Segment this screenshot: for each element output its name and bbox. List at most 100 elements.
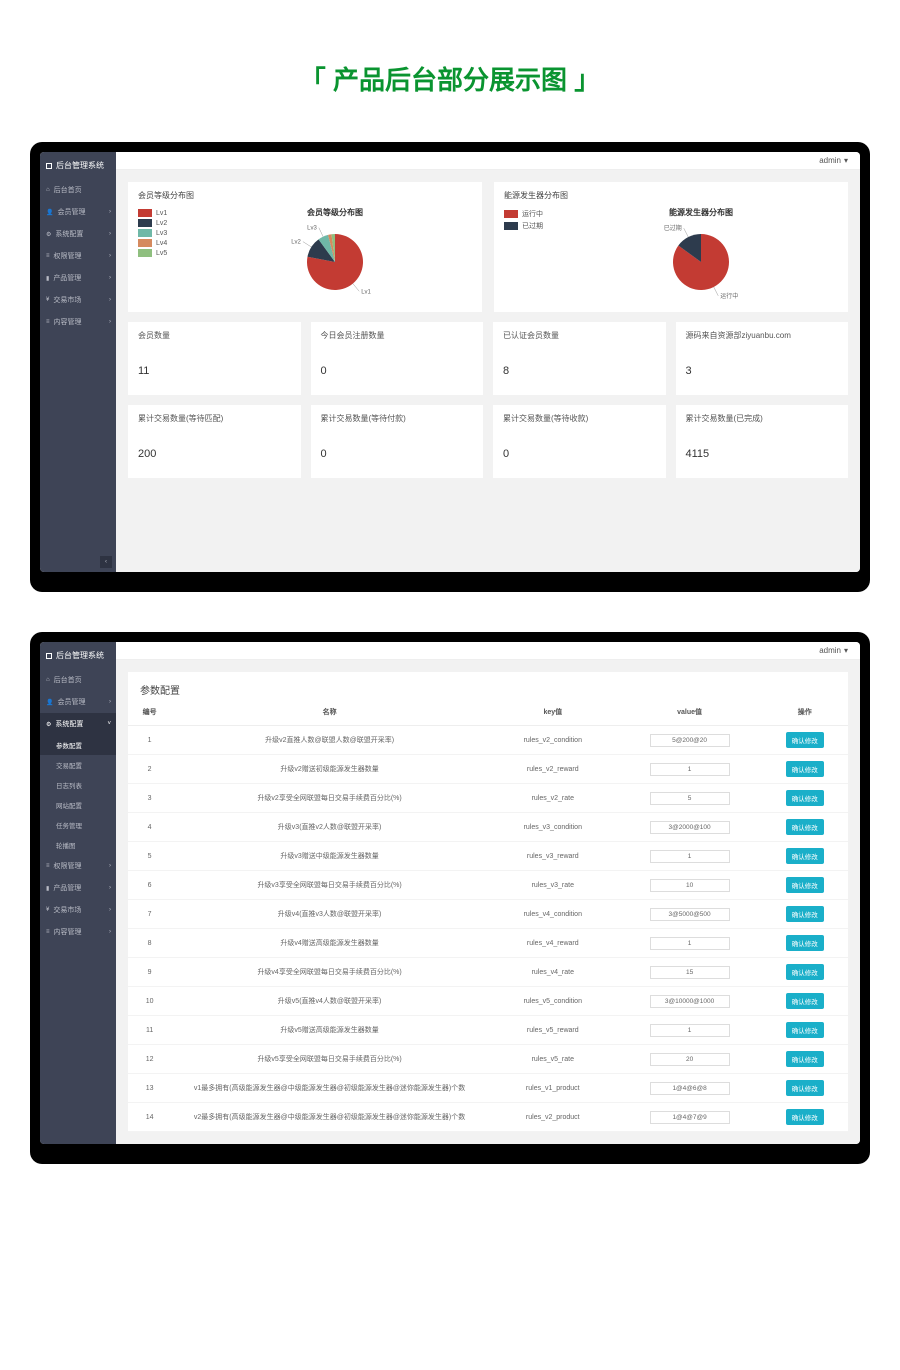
stat-label: 今日会员注册数量 <box>321 330 474 341</box>
chart1-panel-title: 会员等级分布图 <box>138 190 472 201</box>
cell-name: 升级v2直推人数@联盟人数@联盟开采率) <box>171 726 488 755</box>
cell-key: rules_v4_rate <box>488 958 618 987</box>
chevron-icon: › <box>109 863 111 869</box>
cell-idx: 2 <box>128 755 171 784</box>
sidebar-item-label: 交易市场 <box>53 905 81 915</box>
legend-label: Lv4 <box>156 240 167 247</box>
table-row: 12 升级v5享受全网联盟每日交易手续费百分比(%) rules_v5_rate… <box>128 1045 848 1074</box>
confirm-button[interactable]: 确认修改 <box>786 1022 824 1038</box>
legend-item: Lv4 <box>138 239 198 247</box>
chevron-icon: › <box>109 929 111 935</box>
chevron-right-icon: › <box>109 231 111 237</box>
value-input[interactable] <box>650 937 730 950</box>
chevron-down-icon[interactable]: ▾ <box>844 646 848 655</box>
cell-name: 升级v5享受全网联盟每日交易手续费百分比(%) <box>171 1045 488 1074</box>
stat-card: 累计交易数量(等待付款)0 <box>311 405 484 478</box>
sidebar-item-member[interactable]: 👤会员管理› <box>40 691 116 713</box>
cell-name: 升级v3享受全网联盟每日交易手续费百分比(%) <box>171 871 488 900</box>
username-2[interactable]: admin <box>819 646 841 655</box>
confirm-button[interactable]: 确认修改 <box>786 877 824 893</box>
sidebar-item-system[interactable]: ⚙系统配置› <box>40 223 116 245</box>
sidebar-sub-item[interactable]: 网站配置 <box>40 795 116 815</box>
topbar-1: admin ▾ <box>116 152 860 170</box>
confirm-button[interactable]: 确认修改 <box>786 993 824 1009</box>
sidebar-item-home[interactable]: ⌂后台首页 <box>40 179 116 201</box>
sidebar-item-perm[interactable]: ≡权限管理› <box>40 855 116 877</box>
value-input[interactable] <box>650 1024 730 1037</box>
params-panel: 参数配置 编号 名称 key值 value值 操作 <box>128 672 848 1132</box>
username[interactable]: admin <box>819 156 841 165</box>
chart1-legend: Lv1Lv2Lv3Lv4Lv5 <box>138 207 198 304</box>
sidebar-item-content[interactable]: ≡内容管理› <box>40 921 116 943</box>
value-input[interactable] <box>650 850 730 863</box>
stat-label: 累计交易数量(等待收款) <box>503 413 656 424</box>
confirm-button[interactable]: 确认修改 <box>786 964 824 980</box>
value-input[interactable] <box>650 821 730 834</box>
sidebar-item-member[interactable]: 👤会员管理› <box>40 201 116 223</box>
legend-item: Lv3 <box>138 229 198 237</box>
confirm-button[interactable]: 确认修改 <box>786 761 824 777</box>
cell-idx: 6 <box>128 871 171 900</box>
cell-name: 升级v3赠送中级能源发生器数量 <box>171 842 488 871</box>
confirm-button[interactable]: 确认修改 <box>786 906 824 922</box>
confirm-button[interactable]: 确认修改 <box>786 819 824 835</box>
value-input[interactable] <box>650 763 730 776</box>
sidebar-2: 后台管理系统 ⌂后台首页👤会员管理›⚙系统配置˅参数配置交易配置日志列表网站配置… <box>40 642 116 1144</box>
stats-row-1: 会员数量11今日会员注册数量0已认证会员数量8源码来自资源部ziyuanbu.c… <box>128 322 848 395</box>
value-input[interactable] <box>650 966 730 979</box>
value-input[interactable] <box>650 1053 730 1066</box>
sidebar-item-content[interactable]: ≡内容管理› <box>40 311 116 333</box>
topbar-2: admin ▾ <box>116 642 860 660</box>
cell-idx: 8 <box>128 929 171 958</box>
value-input[interactable] <box>650 995 730 1008</box>
sidebar-item-label: 会员管理 <box>57 697 85 707</box>
value-input[interactable] <box>650 1082 730 1095</box>
value-input[interactable] <box>650 879 730 892</box>
sidebar-item-trade[interactable]: ¥交易市场› <box>40 899 116 921</box>
sidebar-sub-item[interactable]: 轮播图 <box>40 835 116 855</box>
sidebar-collapse-btn[interactable]: ‹ <box>100 556 112 568</box>
col-value: value值 <box>618 699 762 726</box>
cell-name: 升级v2享受全网联盟每日交易手续费百分比(%) <box>171 784 488 813</box>
list-icon: ≡ <box>46 319 50 325</box>
sidebar-item-trade[interactable]: ¥交易市场› <box>40 289 116 311</box>
page-heading: 「 产品后台部分展示图 」 <box>0 0 900 142</box>
value-input[interactable] <box>650 908 730 921</box>
svg-text:Lv3: Lv3 <box>307 226 317 232</box>
cell-key: rules_v5_rate <box>488 1045 618 1074</box>
confirm-button[interactable]: 确认修改 <box>786 732 824 748</box>
chevron-right-icon: › <box>109 319 111 325</box>
sidebar-item-perm[interactable]: ≡权限管理› <box>40 245 116 267</box>
cell-name: 升级v5赠送高级能源发生器数量 <box>171 1016 488 1045</box>
sidebar-1: 后台管理系统 ⌂后台首页👤会员管理›⚙系统配置›≡权限管理›▮产品管理›¥交易市… <box>40 152 116 572</box>
value-input[interactable] <box>650 792 730 805</box>
sidebar-sub-item[interactable]: 交易配置 <box>40 755 116 775</box>
logo-icon <box>46 163 52 169</box>
confirm-button[interactable]: 确认修改 <box>786 848 824 864</box>
confirm-button[interactable]: 确认修改 <box>786 1080 824 1096</box>
col-name: 名称 <box>171 699 488 726</box>
sidebar-sub-item[interactable]: 日志列表 <box>40 775 116 795</box>
sidebar-sub-item[interactable]: 参数配置 <box>40 735 116 755</box>
sidebar-item-product[interactable]: ▮产品管理› <box>40 267 116 289</box>
cell-idx: 9 <box>128 958 171 987</box>
table-row: 13 v1最多拥有(高级能源发生器@中级能源发生器@初级能源发生器@迷你能源发生… <box>128 1074 848 1103</box>
legend-swatch <box>138 219 152 227</box>
table-row: 2 升级v2赠送初级能源发生器数量 rules_v2_reward 确认修改 <box>128 755 848 784</box>
chart-panel-1: 会员等级分布图 Lv1Lv2Lv3Lv4Lv5 会员等级分布图 Lv1Lv2Lv… <box>128 182 482 312</box>
sidebar-sub-item[interactable]: 任务管理 <box>40 815 116 835</box>
sidebar-item-home[interactable]: ⌂后台首页 <box>40 669 116 691</box>
chart2-legend: 运行中已过期 <box>504 207 564 304</box>
stat-value: 0 <box>321 365 474 377</box>
cell-idx: 7 <box>128 900 171 929</box>
cell-name: 升级v4赠送高级能源发生器数量 <box>171 929 488 958</box>
chevron-down-icon[interactable]: ▾ <box>844 156 848 165</box>
value-input[interactable] <box>650 734 730 747</box>
confirm-button[interactable]: 确认修改 <box>786 790 824 806</box>
sidebar-item-product[interactable]: ▮产品管理› <box>40 877 116 899</box>
confirm-button[interactable]: 确认修改 <box>786 935 824 951</box>
confirm-button[interactable]: 确认修改 <box>786 1109 824 1125</box>
sidebar-item-system[interactable]: ⚙系统配置˅ <box>40 713 116 735</box>
value-input[interactable] <box>650 1111 730 1124</box>
confirm-button[interactable]: 确认修改 <box>786 1051 824 1067</box>
